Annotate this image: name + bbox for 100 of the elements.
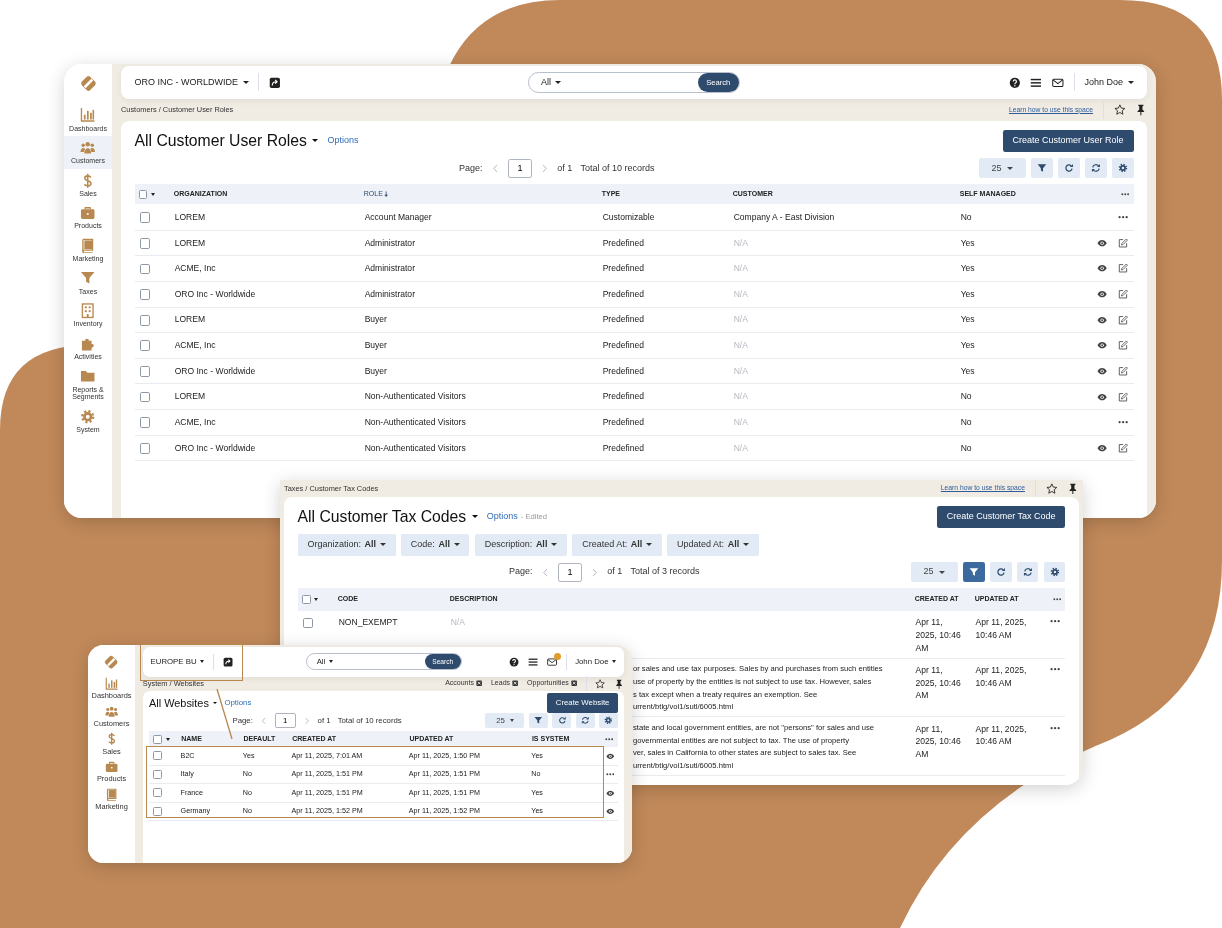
chart-icon [104, 676, 119, 691]
refresh-icon [995, 567, 1006, 578]
eye-icon[interactable] [1096, 366, 1107, 377]
table-cell: N/A [728, 281, 956, 308]
row-checkbox[interactable] [139, 314, 151, 326]
caret-icon [314, 598, 318, 602]
refresh-button[interactable] [989, 562, 1012, 583]
funnel-icon [80, 270, 96, 286]
view-title-dropdown[interactable]: All Customer User Roles [134, 129, 319, 153]
settings-button[interactable] [1111, 158, 1134, 179]
eye-icon[interactable] [1096, 237, 1107, 249]
close-icon[interactable] [512, 680, 519, 687]
row-checkbox[interactable] [139, 263, 151, 275]
eye-icon[interactable] [605, 807, 615, 816]
table-cell: Company A - East Division [728, 204, 956, 231]
edit-icon[interactable] [1118, 237, 1129, 249]
filter-dropdown[interactable]: Organization: All [297, 534, 396, 556]
edit-icon[interactable] [1118, 366, 1129, 377]
row-checkbox[interactable] [139, 237, 151, 249]
row-checkbox[interactable] [152, 806, 162, 816]
row-checkbox[interactable] [302, 617, 314, 629]
row-checkbox[interactable] [139, 340, 151, 352]
edit-icon[interactable] [1118, 442, 1129, 454]
page-field[interactable]: 1 [507, 158, 533, 178]
filter-button[interactable] [529, 712, 548, 729]
table-cell: Buyer [359, 307, 598, 333]
menu-icon[interactable] [528, 656, 539, 667]
page-field[interactable]: 1 [557, 562, 583, 582]
select-all-checkbox[interactable] [301, 595, 311, 604]
eye-icon[interactable] [605, 788, 615, 798]
share-icon[interactable] [222, 656, 233, 667]
organization-dropdown[interactable]: ORO INC - WORLDWIDE [134, 75, 249, 90]
table-cell: Predefined [597, 255, 729, 282]
filter-button[interactable] [962, 562, 985, 583]
caret-icon [150, 192, 155, 196]
filter-dropdown[interactable]: Description: All [474, 534, 567, 556]
edit-icon[interactable] [1118, 263, 1129, 274]
mail-icon[interactable] [1052, 76, 1064, 89]
edit-icon[interactable] [1118, 314, 1129, 325]
close-icon[interactable] [476, 680, 483, 687]
options-link[interactable]: Options [327, 134, 359, 148]
scope-dropdown[interactable]: All [540, 75, 562, 90]
table-cell: Yes [955, 307, 1080, 333]
row-checkbox[interactable] [139, 417, 151, 429]
settings-icon [1049, 567, 1060, 578]
star-icon[interactable] [595, 678, 606, 689]
edit-icon[interactable] [1118, 391, 1129, 402]
select-all-checkbox[interactable] [138, 189, 148, 199]
eye-icon[interactable] [1096, 391, 1107, 402]
filter-dropdown[interactable]: Created At: All [572, 534, 662, 556]
refresh-button[interactable] [1057, 158, 1080, 179]
caret-icon [645, 543, 652, 547]
eye-icon[interactable] [1096, 289, 1107, 300]
eye-icon[interactable] [605, 751, 615, 761]
filter-dropdown[interactable]: Updated At: All [667, 534, 759, 556]
close-icon[interactable] [570, 680, 578, 687]
help-icon[interactable] [509, 656, 520, 667]
filter-button[interactable] [1030, 158, 1053, 179]
menu-icon[interactable] [1030, 76, 1043, 89]
row-checkbox[interactable] [139, 366, 151, 377]
row-checkbox[interactable] [139, 443, 151, 454]
reset-button[interactable] [1016, 562, 1039, 583]
settings-button[interactable] [1043, 562, 1066, 583]
row-checkbox[interactable] [152, 751, 162, 761]
create-button[interactable]: Create Customer User Role [1002, 129, 1134, 153]
row-checkbox[interactable] [152, 769, 162, 779]
row-checkbox[interactable] [152, 788, 162, 798]
star-icon[interactable] [1113, 104, 1126, 116]
row-checkbox[interactable] [139, 391, 151, 403]
reset-button[interactable] [1084, 158, 1107, 179]
pin-icon[interactable] [614, 678, 625, 689]
help-icon[interactable] [1008, 76, 1021, 89]
mail-icon[interactable] [546, 656, 557, 667]
eye-icon[interactable] [1096, 314, 1107, 325]
table-cell: Yes [955, 281, 1080, 308]
sync-icon [580, 716, 590, 725]
row-checkbox[interactable] [139, 212, 151, 223]
view-title-dropdown[interactable]: All Customer Tax Codes [297, 505, 478, 529]
create-button[interactable]: Create Customer Tax Code [936, 505, 1066, 529]
page-size-dropdown[interactable]: 25 [979, 158, 1026, 179]
row-checkbox[interactable] [139, 289, 151, 300]
page-size-dropdown[interactable]: 25 [910, 562, 958, 583]
pin-icon[interactable] [1135, 104, 1147, 116]
eye-icon[interactable] [1096, 442, 1107, 454]
star-icon[interactable] [1045, 482, 1058, 495]
table-cell: Account Manager [359, 204, 598, 231]
edit-icon[interactable] [1118, 340, 1129, 351]
filter-dropdown[interactable]: Code: All [400, 534, 470, 556]
table-cell: Apr 11, 2025, 10:46 AM [910, 658, 971, 717]
table-cell: Non-Authenticated Visitors [359, 409, 598, 436]
eye-icon[interactable] [1096, 340, 1107, 351]
caret-icon [551, 543, 557, 547]
pin-icon[interactable] [1067, 482, 1079, 495]
user-menu[interactable]: John Doe [1084, 75, 1134, 90]
select-all-checkbox[interactable] [153, 734, 162, 744]
options-link[interactable]: Options [486, 510, 518, 524]
edit-icon[interactable] [1118, 289, 1129, 300]
share-icon[interactable] [269, 76, 281, 89]
eye-icon[interactable] [1096, 263, 1107, 274]
view-title-dropdown[interactable]: All Websites [149, 694, 217, 712]
